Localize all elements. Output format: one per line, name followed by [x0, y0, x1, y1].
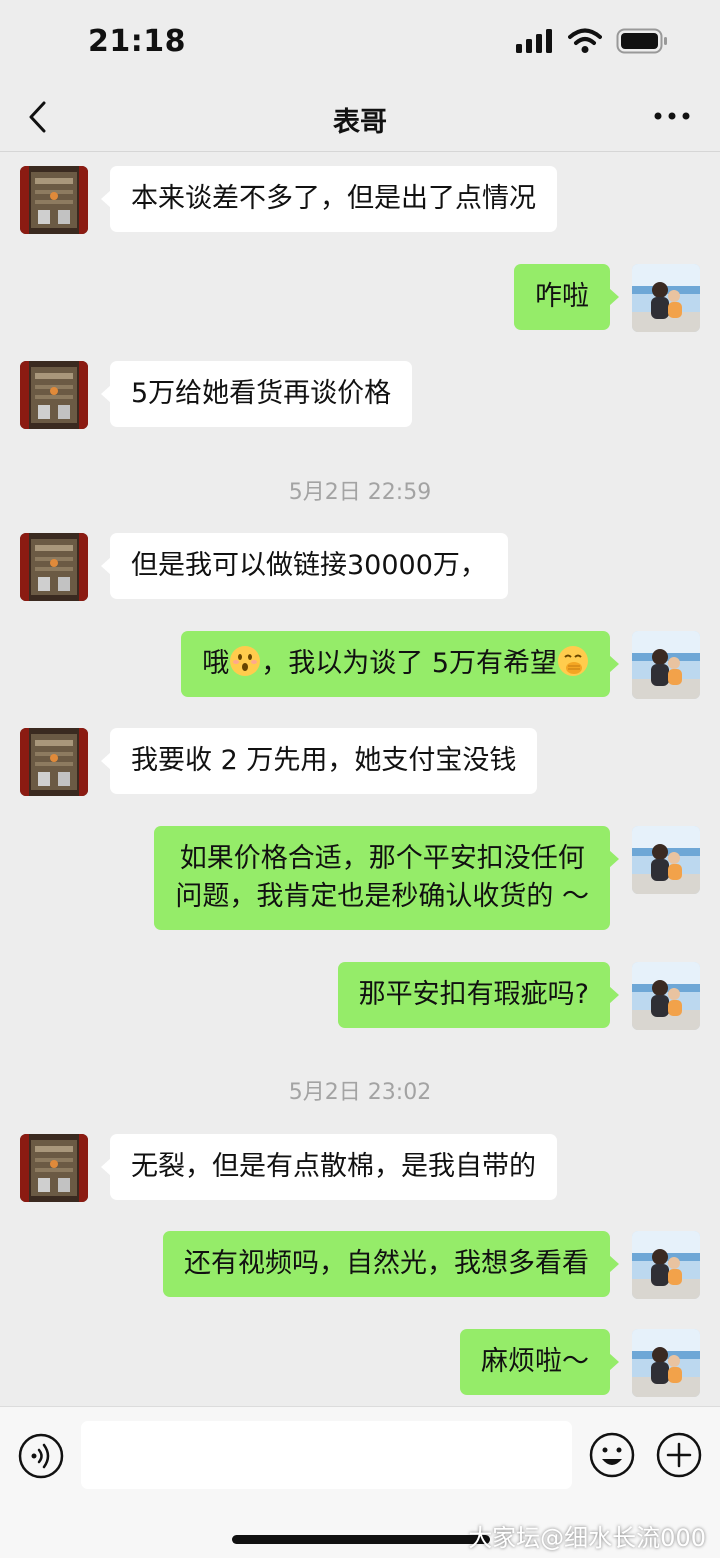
self-avatar[interactable] [632, 826, 700, 894]
chat-timestamp: 5月2日 23:02 [288, 1080, 432, 1105]
self-avatar[interactable] [632, 264, 700, 332]
smiley-icon[interactable] [589, 1432, 635, 1478]
battery-icon [616, 28, 667, 54]
status-icons [516, 28, 668, 54]
chat-header: 表哥 [0, 86, 720, 152]
self-avatar[interactable] [632, 962, 700, 1030]
plus-icon[interactable] [656, 1432, 702, 1478]
chat-timestamp: 5月2日 22:59 [288, 480, 432, 505]
cellular-signal-icon [516, 29, 552, 53]
message-line: 如果价格合适，那个平安扣没任何 [179, 843, 585, 874]
message-line: 问题，我肯定也是秒确认收货的 ～ [175, 881, 589, 912]
watermark: 大家坛@细水长流000 [468, 1524, 706, 1552]
message-bubble-outgoing[interactable]: 哦 ，我以为谈了 5万有希望 [181, 631, 619, 697]
contact-avatar[interactable] [20, 1134, 88, 1202]
message-bubble-outgoing[interactable]: 还有视频吗，自然光，我想多看看 [163, 1231, 619, 1297]
message-bubble-incoming[interactable]: 但是我可以做链接30000万， [101, 533, 508, 599]
message-bubble-outgoing[interactable]: 咋啦 [514, 264, 619, 330]
self-avatar[interactable] [632, 631, 700, 699]
contact-avatar[interactable] [20, 728, 88, 796]
status-bar: 21:18 [0, 0, 720, 86]
message-bubble-outgoing[interactable]: 那平安扣有瑕疵吗? [337, 962, 620, 1028]
message-bubble-outgoing[interactable]: 如果价格合适，那个平安扣没任何 问题，我肯定也是秒确认收货的 ～ [154, 826, 619, 930]
contact-avatar[interactable] [20, 533, 88, 601]
message-input[interactable] [81, 1421, 572, 1489]
hushed-face-emoji-icon [229, 645, 261, 677]
status-time: 21:18 [88, 24, 186, 59]
message-bubble-incoming[interactable]: 本来谈差不多了，但是出了点情况 [101, 166, 557, 232]
home-indicator[interactable] [232, 1535, 490, 1544]
message-text-part: ，我以为谈了 5万有希望 [261, 648, 557, 679]
more-dots-icon[interactable] [652, 104, 692, 128]
chat-title: 表哥 [333, 107, 387, 138]
self-avatar[interactable] [632, 1329, 700, 1397]
message-bubble-incoming[interactable]: 我要收 2 万先用，她支付宝没钱 [100, 728, 538, 794]
message-list[interactable]: 本来谈差不多了，但是出了点情况 咋啦 5万给她看货再谈价格 5月2日 22:59… [0, 152, 720, 1406]
contact-avatar[interactable] [20, 166, 88, 234]
face-with-hand-over-mouth-emoji-icon [557, 645, 589, 677]
message-bubble-incoming[interactable]: 5万给她看货再谈价格 [100, 361, 413, 427]
message-bubble-incoming[interactable]: 无裂，但是有点散棉，是我自带的 [101, 1134, 557, 1200]
self-avatar[interactable] [632, 1231, 700, 1299]
message-bubble-outgoing[interactable]: 麻烦啦～ [460, 1329, 619, 1395]
contact-avatar[interactable] [20, 361, 88, 429]
input-bar: 大家坛@细水长流000 [0, 1406, 720, 1558]
voice-icon[interactable] [18, 1433, 64, 1479]
wifi-icon [568, 28, 602, 53]
message-text-part: 哦 [202, 648, 230, 679]
